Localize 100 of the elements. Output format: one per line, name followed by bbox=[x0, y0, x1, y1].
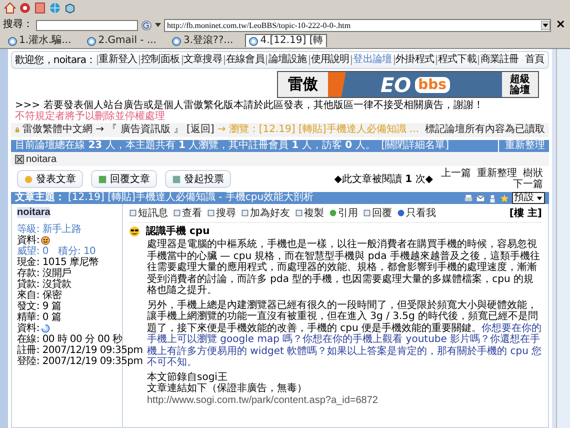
nav-link[interactable]: 使用說明 bbox=[308, 55, 350, 65]
document-icon[interactable] bbox=[34, 2, 46, 14]
dot-icon bbox=[397, 209, 405, 217]
banner-ad[interactable]: 雷傲 EO bbs 超級 論壇 bbox=[277, 71, 539, 98]
nav-link[interactable]: 重新登入 bbox=[96, 55, 138, 65]
floor-label: [樓 主] bbox=[509, 206, 542, 220]
post-tool-link[interactable]: 引用 bbox=[329, 206, 358, 220]
post-tool-link[interactable]: 回覆 bbox=[363, 206, 392, 220]
post-tool-link[interactable]: 只看我 bbox=[397, 206, 436, 220]
banner-slogan: 超級 bbox=[510, 74, 530, 84]
back-link[interactable]: [返回] bbox=[186, 124, 214, 136]
topic-label: 文章主題： bbox=[15, 192, 65, 204]
nav-link[interactable]: 商業註冊 bbox=[478, 55, 520, 65]
post-tool-link[interactable]: 查看 bbox=[173, 206, 202, 220]
source-line: 本文節錄自sogi王 bbox=[147, 372, 228, 382]
nav-link[interactable]: 外掛程式 bbox=[394, 55, 435, 65]
post-tool-link[interactable]: 加為好友 bbox=[241, 206, 290, 220]
breadcrumb-link[interactable]: 雷傲繁體中文網 bbox=[22, 124, 93, 136]
tree-link[interactable]: 樹狀 bbox=[523, 168, 543, 179]
home-link[interactable]: 首頁 bbox=[524, 55, 545, 65]
page-icon bbox=[172, 36, 182, 46]
notice-warning: 不符規定者將予以刪除並停權處理 bbox=[15, 111, 165, 122]
smiley-icon bbox=[41, 236, 50, 245]
breadcrumb-current: → 瀏覽：[12.19] [轉貼]手機達人必備知識 ... bbox=[217, 124, 419, 136]
swirl-icon bbox=[41, 324, 50, 333]
post-title: 認識手機 cpu bbox=[146, 224, 210, 238]
scrollbar[interactable] bbox=[556, 49, 570, 428]
nav-link[interactable]: 文章搜尋 bbox=[182, 55, 223, 65]
profile-field: 登陸: 2007/12/19 09:35pm bbox=[17, 356, 143, 367]
online-summary: 目前論壇總在線 23 人，本主題共有 1 人瀏覽，其中註冊會員 1 人，訪客 0 人。 bbox=[15, 140, 376, 152]
post-paragraph: 另外，手機上總是內建瀏覽器已經有很久的一段時間了，但受限於頻寬大小與硬體效能，讓手機上網瀏覽的功能一直沒有被重視，但在進入 3g / 3.5g 的時代後，頻寬已經不是問題了，接下來便是手機效能的改善，手機的 cpu 便是手機效能的重要關鍵。你想要在你的手機上可以瀏覽 google map 嗎？你想在你的手機上觀看 youtube 影片嗎？你還想在手機上有許多方便易用的 widget 軟體嗎？如果以上答案是肯定的，那有關於手機的 cpu 您不可不知。 bbox=[147, 300, 542, 368]
profile-field: 存款: 沒開戶 bbox=[17, 268, 72, 279]
close-button[interactable]: ✕ bbox=[554, 19, 567, 31]
search-field[interactable] bbox=[36, 20, 138, 30]
prev-link[interactable]: 上一篇 bbox=[441, 168, 471, 179]
cube-icon[interactable] bbox=[64, 2, 76, 14]
printer-icon[interactable] bbox=[464, 194, 473, 202]
profile-field: 等級: 新手上路 bbox=[17, 224, 82, 235]
post-tool-link[interactable]: 短訊息 bbox=[129, 206, 168, 220]
view-select[interactable]: 預設 bbox=[512, 192, 545, 204]
mark-read-link[interactable]: 標記論壇所有內容為已讀取 bbox=[425, 124, 545, 136]
browser-tab[interactable]: 1.灌水.騙... bbox=[4, 34, 76, 47]
browser-tab[interactable]: 2.Gmail - ... bbox=[83, 34, 160, 47]
profile-field: 精華: 0 篇 bbox=[17, 312, 61, 323]
search-engine-icon[interactable] bbox=[141, 20, 152, 30]
profile-field: 資料: bbox=[17, 235, 40, 246]
nav-link[interactable]: 程式下載 bbox=[436, 55, 478, 65]
post-tool-link[interactable]: 複製 bbox=[295, 206, 324, 220]
post-tool-link[interactable]: 搜尋 bbox=[207, 206, 236, 220]
address-field[interactable]: http://fb.moninet.com.tw/LeoBBS/topic-10-222-0-0-.htm bbox=[164, 18, 551, 32]
profile-field: 註冊: 2007/12/19 09:35pm bbox=[17, 345, 143, 356]
page-icon bbox=[249, 36, 258, 46]
welcome-text: 歡迎您，noitara： bbox=[15, 54, 96, 67]
source-line: 文章連結如下（保證非廣告，無毒） bbox=[147, 383, 307, 394]
square-icon bbox=[295, 209, 303, 217]
square-icon bbox=[172, 174, 181, 184]
envelope-icon[interactable] bbox=[476, 194, 485, 202]
article-link[interactable]: http://www.sogi.com.tw/park/content.asp?a_id=6872 bbox=[147, 394, 378, 406]
user-icon bbox=[15, 154, 24, 164]
author-name[interactable]: noitara bbox=[17, 207, 50, 218]
online-user-link[interactable]: noitara bbox=[26, 154, 57, 164]
browser-tab[interactable]: 3.登滾??... bbox=[168, 34, 238, 47]
sunglasses-smiley-icon bbox=[129, 226, 140, 236]
refresh-link[interactable]: 重新整理 bbox=[477, 168, 517, 179]
nav-link[interactable]: 登出論壇 bbox=[351, 55, 393, 65]
page-icon bbox=[87, 36, 96, 46]
dot-icon bbox=[24, 174, 33, 184]
square-icon bbox=[129, 209, 137, 217]
next-link[interactable]: 下一篇 bbox=[513, 179, 543, 190]
profile-field: 威望: 0 積分: 10 bbox=[17, 246, 96, 257]
browser-tab[interactable]: 4.[12.19] [轉 bbox=[245, 34, 328, 47]
profile-field: 現金: 1015 摩尼幣 bbox=[17, 257, 99, 268]
dropdown-icon[interactable] bbox=[155, 23, 161, 27]
action-button[interactable]: 回覆文章 bbox=[91, 170, 157, 188]
banner-title: 雷傲 bbox=[287, 74, 319, 95]
profile-field: 在線: 00 時 00 分 00 秒 bbox=[17, 334, 122, 345]
lock-icon bbox=[15, 125, 20, 135]
nav-link[interactable]: 控制面板 bbox=[139, 55, 181, 65]
post-paragraph: 處理器是電腦的中樞系統，手機也是一樣，以往一般消費者在購買手機的時候，容易忽視手機當中的心臟 — cpu 規格，而在智慧型手機與 pda 手機越來越普及之後，這類手機往往需要處理大量的應用程式，而處理器的效能、規格，都會影響到手機的處理速度，漸漸受到消費者的討論，而許多 pda 型的手機，也因需要處理大量的多媒體檔案，cpu 的規格也隨之提升。 bbox=[147, 239, 541, 296]
profile-field: 貸款: 沒貸款 bbox=[17, 279, 72, 290]
page-icon bbox=[8, 36, 17, 46]
square-icon bbox=[363, 209, 371, 217]
breadcrumb-link[interactable]: → 『 廣告資訊版 』 bbox=[96, 124, 184, 136]
nav-link[interactable]: 論壇設施 bbox=[266, 55, 308, 65]
read-count: ◆此文章被閱讀 1 次◆ bbox=[334, 172, 433, 186]
profile-field: 發文: 9 篇 bbox=[17, 301, 61, 312]
notice-text: >>> 若要發表個人站台廣告或是個人雷傲繁化版本請於此區發表，其他版區一律不接受相關廣告，謝謝！ bbox=[15, 100, 484, 111]
square-icon bbox=[173, 209, 181, 217]
nav-link[interactable]: 在線會員 bbox=[224, 55, 266, 65]
dropdown-icon[interactable] bbox=[541, 20, 550, 30]
star-icon[interactable] bbox=[500, 194, 509, 202]
banner-logo-suffix: bbs bbox=[415, 76, 450, 92]
banner-slogan: 論壇 bbox=[510, 84, 530, 96]
person-icon[interactable] bbox=[488, 194, 497, 202]
globe-icon[interactable] bbox=[49, 2, 61, 14]
action-button[interactable]: 發表文章 bbox=[17, 170, 83, 188]
circle-icon[interactable] bbox=[19, 2, 31, 14]
action-button[interactable]: 發起投票 bbox=[165, 170, 231, 188]
profile-field: 來自: 保密 bbox=[17, 290, 62, 301]
square-icon bbox=[241, 209, 249, 217]
